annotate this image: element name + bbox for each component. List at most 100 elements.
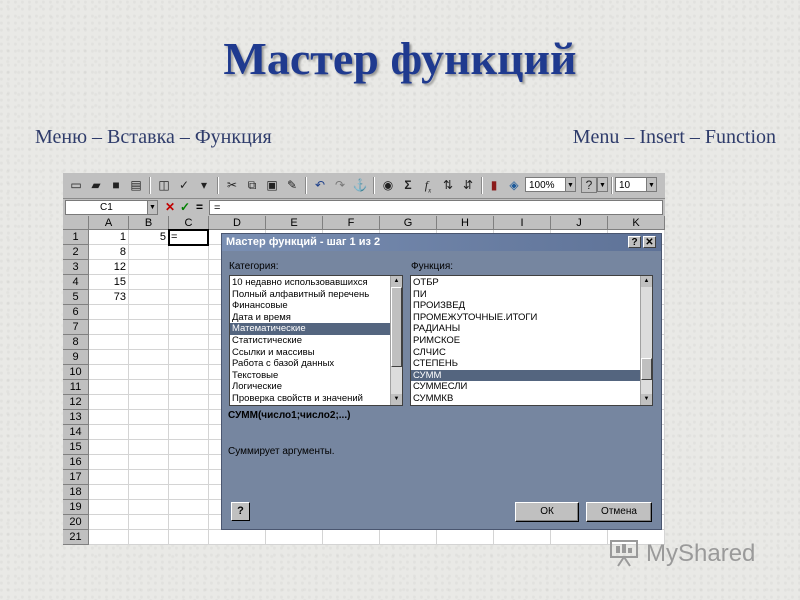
column-header-c[interactable]: C: [169, 216, 209, 230]
category-list-item[interactable]: Работа с базой данных: [230, 358, 390, 370]
row-header-5[interactable]: 5: [63, 290, 89, 305]
category-list-item[interactable]: Финансовые: [230, 300, 390, 312]
help-icon[interactable]: ?: [628, 236, 641, 248]
copy-icon[interactable]: ⧉: [243, 176, 261, 194]
cut-icon[interactable]: ✂: [223, 176, 241, 194]
format-painter-icon[interactable]: ✎: [283, 176, 301, 194]
cell-a3[interactable]: 12: [89, 260, 126, 275]
row-header-9[interactable]: 9: [63, 350, 89, 365]
category-list-item[interactable]: Проверка свойств и значений: [230, 393, 390, 405]
chevron-down-icon[interactable]: ▼: [646, 177, 657, 192]
cancel-button[interactable]: Отмена: [586, 502, 652, 522]
row-header-3[interactable]: 3: [63, 260, 89, 275]
function-list-item[interactable]: ПИ: [411, 289, 640, 301]
cell-a5[interactable]: 73: [89, 290, 126, 305]
function-list-item[interactable]: ПРОИЗВЕД: [411, 300, 640, 312]
function-scrollbar[interactable]: ▲ ▼: [640, 276, 652, 405]
row-header-18[interactable]: 18: [63, 485, 89, 500]
function-list-item[interactable]: СУММКВ: [411, 393, 640, 405]
hyperlink-icon[interactable]: ⚓: [351, 176, 369, 194]
row-header-8[interactable]: 8: [63, 335, 89, 350]
row-header-2[interactable]: 2: [63, 245, 89, 260]
column-header-k[interactable]: K: [608, 216, 665, 230]
chevron-down-icon[interactable]: ▼: [147, 200, 158, 215]
function-list-item[interactable]: СТЕПЕНЬ: [411, 358, 640, 370]
autosum-icon[interactable]: Σ: [399, 176, 417, 194]
category-list-item[interactable]: Полный алфавитный перечень: [230, 289, 390, 301]
cell-b1[interactable]: 5: [129, 230, 166, 245]
column-header-d[interactable]: D: [209, 216, 266, 230]
ok-button[interactable]: ОК: [515, 502, 579, 522]
column-header-b[interactable]: B: [129, 216, 169, 230]
close-icon[interactable]: ✕: [643, 236, 656, 248]
map-icon[interactable]: ◈: [505, 176, 523, 194]
enter-icon[interactable]: ✓: [180, 200, 190, 215]
column-header-i[interactable]: I: [494, 216, 551, 230]
print-icon[interactable]: ▤: [127, 176, 145, 194]
formula-equals[interactable]: =: [196, 200, 203, 215]
sort-descending-icon[interactable]: ⇵: [459, 176, 477, 194]
cell-a1[interactable]: 1: [89, 230, 126, 245]
scroll-thumb[interactable]: [391, 287, 402, 367]
cancel-icon[interactable]: ✕: [165, 200, 175, 215]
column-header-h[interactable]: H: [437, 216, 494, 230]
row-header-4[interactable]: 4: [63, 275, 89, 290]
category-listbox[interactable]: 10 недавно использовавшихся Полный алфави…: [229, 275, 403, 406]
print-preview-icon[interactable]: ◫: [155, 176, 173, 194]
paste-icon[interactable]: ▣: [263, 176, 281, 194]
function-list-item[interactable]: СУММЕСЛИ: [411, 381, 640, 393]
new-icon[interactable]: ▭: [67, 176, 85, 194]
cell-a2[interactable]: 8: [89, 245, 126, 260]
row-header-16[interactable]: 16: [63, 455, 89, 470]
spelling-icon[interactable]: ✓: [175, 176, 193, 194]
category-list-item[interactable]: Дата и время: [230, 312, 390, 324]
category-scrollbar[interactable]: ▲ ▼: [390, 276, 402, 405]
row-header-1[interactable]: 1: [63, 230, 89, 245]
name-box[interactable]: C1: [65, 200, 157, 215]
row-header-17[interactable]: 17: [63, 470, 89, 485]
row-header-6[interactable]: 6: [63, 305, 89, 320]
row-header-13[interactable]: 13: [63, 410, 89, 425]
function-list-item[interactable]: ПРОМЕЖУТОЧНЫЕ.ИТОГИ: [411, 312, 640, 324]
sort-ascending-icon[interactable]: ⇅: [439, 176, 457, 194]
cell-c1[interactable]: =: [171, 230, 207, 245]
help-button[interactable]: ?: [231, 502, 250, 521]
row-header-15[interactable]: 15: [63, 440, 89, 455]
row-header-19[interactable]: 19: [63, 500, 89, 515]
category-list-item[interactable]: Логические: [230, 381, 390, 393]
column-header-a[interactable]: A: [89, 216, 129, 230]
select-all-corner[interactable]: [63, 216, 89, 230]
scroll-down-icon[interactable]: ▼: [641, 394, 652, 405]
function-list-item[interactable]: ОТБР: [411, 277, 640, 289]
function-listbox[interactable]: ОТБР ПИ ПРОИЗВЕД ПРОМЕЖУТОЧНЫЕ.ИТОГИ РАДИАНЫ…: [410, 275, 653, 406]
function-list-item[interactable]: СУММ: [411, 369, 640, 382]
row-header-20[interactable]: 20: [63, 515, 89, 530]
row-header-10[interactable]: 10: [63, 365, 89, 380]
column-header-g[interactable]: G: [380, 216, 437, 230]
category-list-item[interactable]: Статистические: [230, 335, 390, 347]
function-list-item[interactable]: РИМСКОЕ: [411, 335, 640, 347]
category-list-item[interactable]: 10 недавно использовавшихся: [230, 277, 390, 289]
help-icon[interactable]: ?: [581, 177, 597, 193]
undo-icon[interactable]: ↶: [311, 176, 329, 194]
chevron-down-icon[interactable]: ▼: [565, 177, 576, 192]
spelling-check-icon[interactable]: ▾: [195, 176, 213, 194]
scroll-up-icon[interactable]: ▲: [641, 276, 652, 287]
chart-wizard-icon[interactable]: ▮: [485, 176, 503, 194]
row-header-14[interactable]: 14: [63, 425, 89, 440]
function-list-item[interactable]: СЛЧИС: [411, 347, 640, 359]
scroll-thumb[interactable]: [641, 358, 652, 380]
row-header-11[interactable]: 11: [63, 380, 89, 395]
scroll-up-icon[interactable]: ▲: [391, 276, 402, 287]
cell-a4[interactable]: 15: [89, 275, 126, 290]
category-list-item[interactable]: Текстовые: [230, 370, 390, 382]
category-list-item[interactable]: Математические: [230, 323, 390, 335]
open-icon[interactable]: ▰: [87, 176, 105, 194]
column-header-j[interactable]: J: [551, 216, 608, 230]
save-icon[interactable]: ■: [107, 176, 125, 194]
column-header-e[interactable]: E: [266, 216, 323, 230]
row-header-7[interactable]: 7: [63, 320, 89, 335]
chevron-down-icon[interactable]: ▼: [597, 177, 608, 192]
zoom-box[interactable]: 100%: [525, 177, 569, 192]
web-toolbar-icon[interactable]: ◉: [379, 176, 397, 194]
